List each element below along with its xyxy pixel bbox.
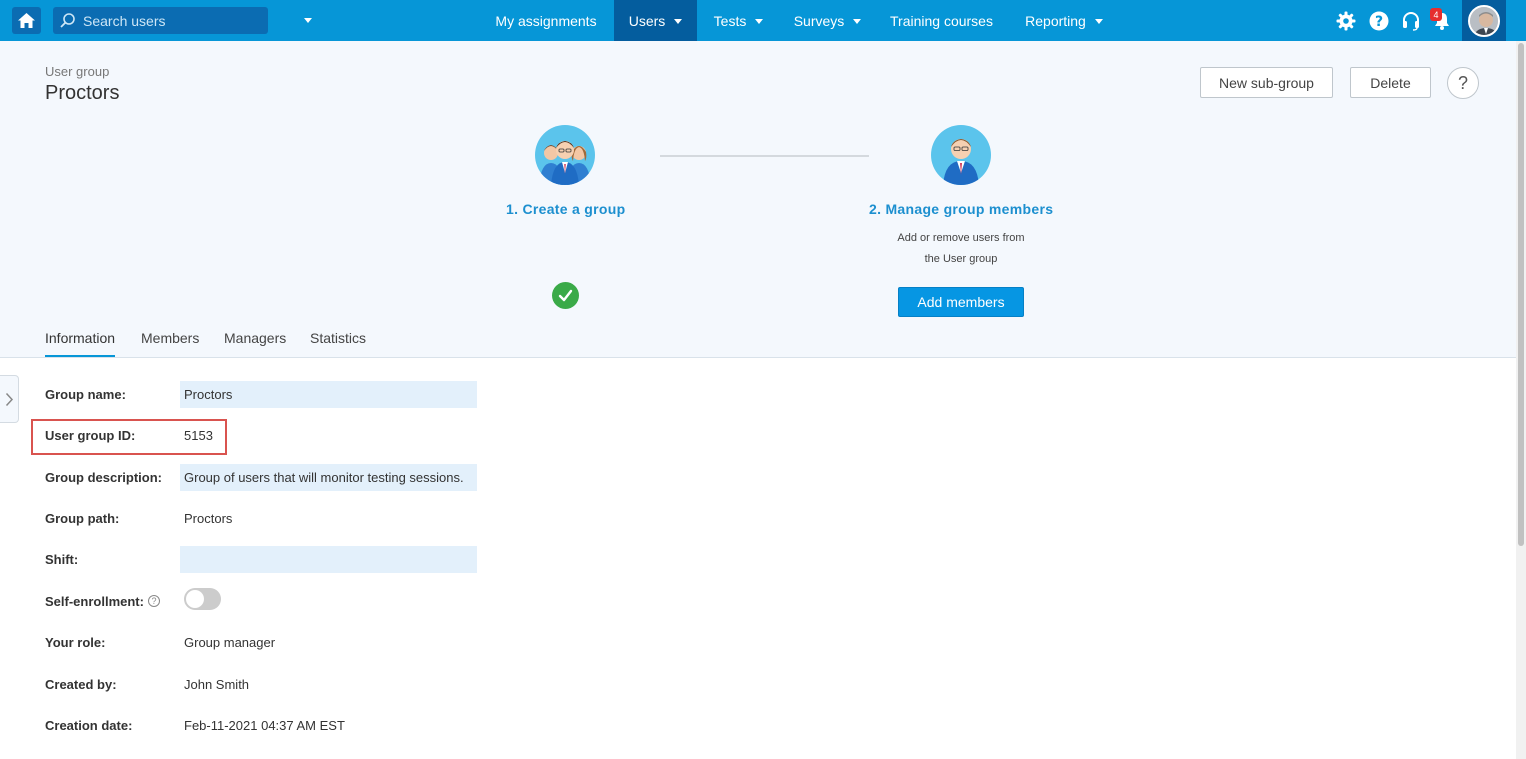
user-photo-icon [1470, 6, 1498, 35]
support-button[interactable] [1400, 10, 1421, 31]
settings-button[interactable] [1335, 10, 1356, 31]
notification-count-badge: 4 [1430, 8, 1442, 21]
chevron-down-icon [674, 19, 683, 24]
tab-information[interactable]: Information [45, 330, 115, 346]
page-title: Proctors [45, 82, 120, 104]
page-header: User group Proctors New sub-group Delete… [0, 41, 1516, 358]
single-user-icon [931, 125, 991, 185]
sidebar-expand-toggle[interactable] [0, 375, 19, 423]
group-name-label: Group name: [45, 387, 126, 402]
shift-label: Shift: [45, 552, 79, 567]
nav-tests-label: Tests [713, 12, 747, 29]
user-group-id-value: 5153 [184, 428, 213, 443]
user-profile-menu[interactable] [1462, 0, 1506, 41]
nav-users[interactable]: Users [614, 0, 697, 41]
chevron-down-icon [304, 18, 312, 23]
active-tab-indicator [45, 355, 115, 357]
user-group-id-label: User group ID: [45, 428, 136, 443]
svg-text:?: ? [1374, 14, 1382, 30]
created-by-value: John Smith [184, 677, 250, 692]
new-subgroup-button[interactable]: New sub-group [1200, 67, 1333, 98]
chevron-right-icon [5, 392, 13, 406]
chevron-down-icon [755, 19, 764, 24]
nav-tests[interactable]: Tests [697, 0, 780, 41]
gear-icon [1336, 11, 1355, 30]
home-button[interactable] [12, 7, 41, 34]
tab-members[interactable]: Members [141, 330, 199, 346]
add-members-button[interactable]: Add members [898, 287, 1024, 317]
nav-surveys-label: Surveys [793, 12, 845, 29]
nav-reporting-label: Reporting [1025, 12, 1086, 29]
your-role-label: Your role: [45, 635, 106, 650]
created-by-label: Created by: [45, 677, 117, 692]
checkmark-icon [558, 289, 573, 302]
nav-my-assignments-label: My assignments [495, 12, 597, 29]
step-complete-check [552, 282, 579, 309]
page-help-button[interactable]: ? [1447, 67, 1479, 99]
self-enrollment-toggle[interactable] [184, 588, 221, 610]
group-description-label: Group description: [45, 470, 162, 485]
top-navigation-bar: My assignments Users Tests Surveys Train… [0, 0, 1526, 41]
step-connector-line [660, 155, 869, 157]
nav-training-courses[interactable]: Training courses [875, 0, 1008, 41]
your-role-value: Group manager [184, 635, 276, 650]
step-manage-members-description: Add or remove users from the User group [861, 228, 1061, 270]
nav-my-assignments[interactable]: My assignments [482, 0, 610, 41]
tab-statistics[interactable]: Statistics [310, 330, 366, 346]
question-mark-icon: ? [1457, 72, 1468, 93]
group-path-label: Group path: [45, 511, 120, 526]
nav-surveys[interactable]: Surveys [780, 0, 875, 41]
search-users-box [53, 7, 312, 34]
creation-date-value: Feb-11-2021 04:37 AM EST [184, 718, 345, 733]
nav-training-courses-label: Training courses [890, 12, 993, 29]
group-description-field[interactable]: Group of users that will monitor testing… [180, 464, 477, 491]
step-description-line: Add or remove users from [897, 232, 1025, 244]
nav-reporting[interactable]: Reporting [1008, 0, 1120, 41]
self-enrollment-label: Self-enrollment: [45, 594, 144, 609]
question-circle-icon: ? [1369, 11, 1388, 30]
shift-field[interactable] [180, 546, 477, 573]
toggle-knob [186, 590, 204, 608]
search-icon [60, 13, 75, 28]
step-manage-members-title: 2. Manage group members [869, 201, 1054, 217]
page-scrollbar[interactable] [1516, 41, 1526, 759]
scrollbar-thumb[interactable] [1518, 43, 1524, 546]
group-path-value: Proctors [184, 511, 233, 526]
breadcrumb: User group [45, 64, 110, 79]
search-users-input[interactable] [83, 7, 263, 34]
search-filter-dropdown[interactable] [294, 7, 321, 34]
delete-button[interactable]: Delete [1350, 67, 1431, 98]
step-create-group-title: 1. Create a group [506, 201, 626, 217]
home-icon [18, 13, 35, 28]
group-name-field[interactable]: Proctors [180, 381, 477, 408]
chevron-down-icon [853, 19, 862, 24]
creation-date-label: Creation date: [45, 718, 133, 733]
help-button[interactable]: ? [1368, 10, 1389, 31]
nav-users-label: Users [628, 12, 666, 29]
step-description-line: the User group [924, 253, 998, 265]
avatar [1468, 4, 1500, 37]
info-icon[interactable]: ? [148, 595, 160, 607]
group-users-icon [535, 125, 595, 185]
headset-icon [1402, 11, 1419, 31]
chevron-down-icon [1094, 19, 1103, 24]
tab-managers[interactable]: Managers [224, 330, 286, 346]
